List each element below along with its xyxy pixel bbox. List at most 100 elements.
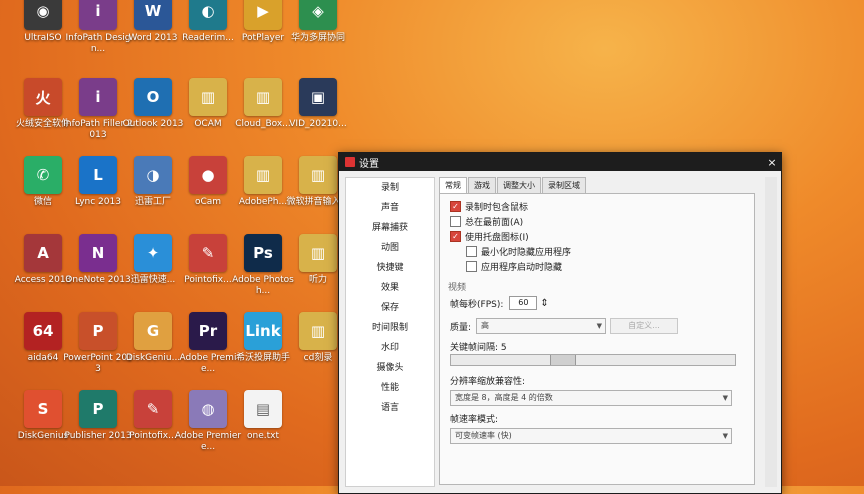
- app-icon: ◉: [24, 0, 62, 30]
- sidebar-item[interactable]: 时间限制: [346, 318, 434, 338]
- close-icon[interactable]: ×: [763, 156, 781, 169]
- app-icon: ▥: [244, 78, 282, 116]
- chevron-down-icon: ▼: [722, 394, 728, 402]
- app-icon: P: [79, 390, 117, 428]
- hide-when-minimized-option[interactable]: 最小化时隐藏应用程序: [466, 245, 571, 258]
- sidebar-item[interactable]: 语言: [346, 398, 434, 418]
- hide-on-start-label: 应用程序启动时隐藏: [481, 263, 563, 273]
- use-tray-icon-label: 使用托盘图标(I): [465, 233, 529, 243]
- always-on-top-checkbox[interactable]: [450, 216, 461, 227]
- keyframe-slider-handle[interactable]: [550, 355, 576, 365]
- app-icon: ◑: [134, 156, 172, 194]
- app-icon: P: [79, 312, 117, 350]
- sidebar-item[interactable]: 快捷键: [346, 258, 434, 278]
- sidebar-item[interactable]: 保存: [346, 298, 434, 318]
- sidebar-item[interactable]: 声音: [346, 198, 434, 218]
- resolution-value: 宽度是 8，高度是 4 的倍数: [455, 393, 553, 402]
- sidebar-item[interactable]: 性能: [346, 378, 434, 398]
- keyframe-label: 关键帧间隔: 5: [450, 343, 507, 353]
- dialog-title: 设置: [359, 158, 379, 170]
- app-icon: ✦: [134, 234, 172, 272]
- video-group-title: 视频: [448, 283, 467, 293]
- app-icon: ▥: [189, 78, 227, 116]
- include-cursor-option[interactable]: ✓ 录制时包含鼠标: [450, 200, 528, 213]
- hide-on-start-checkbox[interactable]: [466, 261, 477, 272]
- app-icon: 64: [24, 312, 62, 350]
- app-icon: S: [24, 390, 62, 428]
- app-icon: A: [24, 234, 62, 272]
- include-cursor-label: 录制时包含鼠标: [465, 203, 529, 213]
- app-icon: G: [134, 312, 172, 350]
- quality-value: 高: [481, 321, 489, 330]
- tab[interactable]: 调整大小: [497, 177, 541, 193]
- desktop-icon-label: one.txt: [247, 431, 279, 441]
- app-icon: ▥: [299, 234, 337, 272]
- hide-on-start-option[interactable]: 应用程序启动时隐藏: [466, 260, 562, 273]
- always-on-top-option[interactable]: 总在最前面(A): [450, 215, 523, 228]
- fps-spinner[interactable]: 60: [509, 296, 538, 310]
- chevron-down-icon: ▼: [722, 432, 728, 440]
- quality-label: 质量:: [450, 323, 472, 333]
- app-icon: ✎: [189, 234, 227, 272]
- hide-when-minimized-label: 最小化时隐藏应用程序: [481, 248, 572, 258]
- tab-bar: 常规 游戏 调整大小 录制区域: [439, 177, 755, 193]
- settings-dialog: 设置 × 录制 声音 屏幕捕获 动图 快捷键 效果 保存 时间限制 水印 摄像头 性能 语言 常规 游戏…: [338, 152, 782, 494]
- resolution-select[interactable]: 宽度是 8，高度是 4 的倍数 ▼: [450, 390, 732, 406]
- use-tray-icon-checkbox[interactable]: ✓: [450, 231, 461, 242]
- app-icon: ✆: [24, 156, 62, 194]
- app-icon: W: [134, 0, 172, 30]
- settings-panel: 常规 游戏 调整大小 录制区域 ✓ 录制时包含鼠标 总在最前面(A) ✓ 使用托盘图标…: [439, 177, 755, 487]
- app-icon: N: [79, 234, 117, 272]
- desktop-icon-label: VID_20210...: [289, 119, 347, 129]
- app-icon: O: [134, 78, 172, 116]
- app-icon: ▣: [299, 78, 337, 116]
- fps-stepper-icon[interactable]: ⇕: [540, 298, 548, 309]
- app-icon: Ps: [244, 234, 282, 272]
- app-icon: ▤: [244, 390, 282, 428]
- app-icon: ▥: [299, 312, 337, 350]
- sidebar-item[interactable]: 水印: [346, 338, 434, 358]
- tab[interactable]: 录制区域: [542, 177, 586, 193]
- sidebar-item[interactable]: 录制: [346, 178, 434, 198]
- sidebar-item[interactable]: 动图: [346, 238, 434, 258]
- app-icon: ◈: [299, 0, 337, 30]
- rate-mode-label: 帧速率模式:: [450, 415, 499, 425]
- app-icon: L: [79, 156, 117, 194]
- include-cursor-checkbox[interactable]: ✓: [450, 201, 461, 212]
- use-tray-icon-option[interactable]: ✓ 使用托盘图标(I): [450, 230, 529, 243]
- app-icon: [345, 157, 355, 167]
- app-icon: ✎: [134, 390, 172, 428]
- custom-quality-button[interactable]: 自定义...: [610, 318, 678, 334]
- rate-mode-select[interactable]: 可变帧速率 (快) ▼: [450, 428, 732, 444]
- desktop-icon[interactable]: ▤ one.txt: [228, 390, 298, 460]
- app-icon: ▥: [244, 156, 282, 194]
- rate-mode-value: 可变帧速率 (快): [455, 431, 512, 440]
- tab[interactable]: 游戏: [468, 177, 496, 193]
- app-icon: ◍: [189, 390, 227, 428]
- scrollbar[interactable]: [765, 177, 777, 487]
- fps-row: 帧每秒(FPS): 60 ⇕: [450, 296, 549, 310]
- desktop-icon[interactable]: ▣ VID_20210...: [283, 78, 353, 148]
- sidebar-item[interactable]: 效果: [346, 278, 434, 298]
- fps-label: 帧每秒(FPS):: [450, 299, 504, 310]
- app-icon: ▥: [299, 156, 337, 194]
- quality-select[interactable]: 高 ▼: [476, 318, 606, 334]
- settings-sidebar: 录制 声音 屏幕捕获 动图 快捷键 效果 保存 时间限制 水印 摄像头 性能 语言: [345, 177, 435, 487]
- app-icon: Link: [244, 312, 282, 350]
- dialog-titlebar[interactable]: 设置 ×: [339, 153, 781, 171]
- desktop-icon[interactable]: ◈ 华为多屏协同: [283, 0, 353, 62]
- app-icon: i: [79, 0, 117, 30]
- app-icon: Pr: [189, 312, 227, 350]
- app-icon: ◐: [189, 0, 227, 30]
- tab-content-general: ✓ 录制时包含鼠标 总在最前面(A) ✓ 使用托盘图标(I) 最小化时隐藏应用程…: [439, 193, 755, 485]
- chevron-down-icon: ▼: [596, 322, 602, 330]
- keyframe-slider[interactable]: [450, 354, 736, 366]
- app-icon: ●: [189, 156, 227, 194]
- sidebar-item[interactable]: 摄像头: [346, 358, 434, 378]
- hide-when-minimized-checkbox[interactable]: [466, 246, 477, 257]
- tab[interactable]: 常规: [439, 177, 467, 193]
- app-icon: ▶: [244, 0, 282, 30]
- sidebar-item[interactable]: 屏幕捕获: [346, 218, 434, 238]
- app-icon: i: [79, 78, 117, 116]
- desktop-icon-label: 华为多屏协同: [290, 33, 345, 43]
